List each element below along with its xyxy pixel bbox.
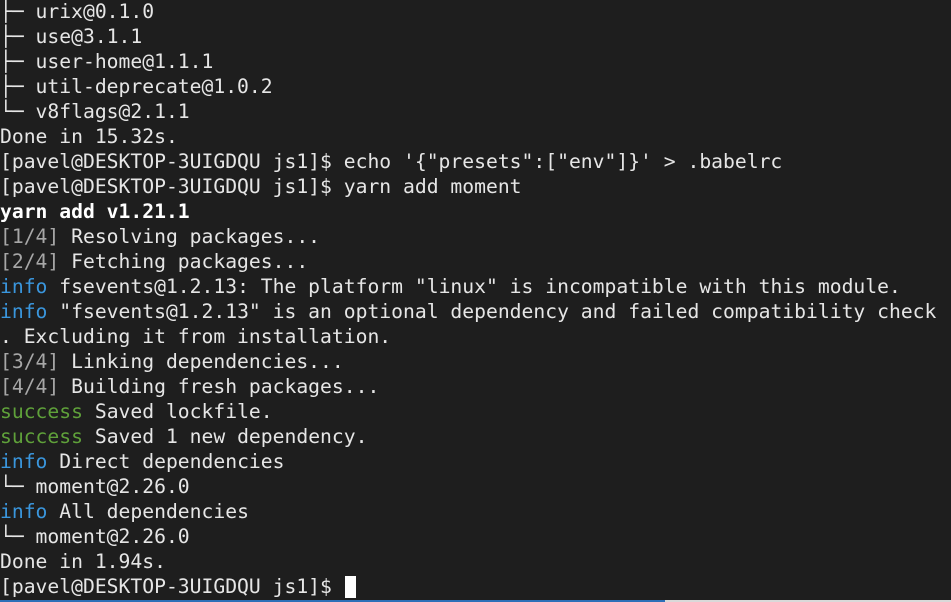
terminal-line: . Excluding it from installation.: [0, 324, 951, 349]
line-text: Linking dependencies...: [59, 350, 344, 373]
line-text: Direct dependencies: [47, 450, 285, 473]
terminal-line: [pavel@DESKTOP-3UIGDQU js1]$ echo '{"pre…: [0, 149, 951, 174]
terminal-line: success Saved lockfile.: [0, 399, 951, 424]
line-text: Done in 15.32s.: [0, 125, 178, 148]
line-text: . Excluding it from installation.: [0, 325, 392, 348]
line-text: [pavel@DESKTOP-3UIGDQU js1]$ echo '{"pre…: [0, 150, 783, 173]
terminal-line: yarn add v1.21.1: [0, 199, 951, 224]
terminal-line: ├─ urix@0.1.0: [0, 0, 951, 24]
line-text: Resolving packages...: [59, 225, 321, 248]
line-text: Fetching packages...: [59, 250, 309, 273]
terminal-line: info All dependencies: [0, 499, 951, 524]
step-counter: [4/4]: [0, 375, 60, 398]
prompt-line[interactable]: [pavel@DESKTOP-3UIGDQU js1]$: [0, 574, 951, 599]
line-text: Building fresh packages...: [59, 375, 380, 398]
line-text: Saved lockfile.: [82, 400, 273, 423]
terminal-line: ├─ use@3.1.1: [0, 24, 951, 49]
terminal-line: [pavel@DESKTOP-3UIGDQU js1]$ yarn add mo…: [0, 174, 951, 199]
line-text: Done in 1.94s.: [0, 550, 166, 573]
terminal-line: [3/4] Linking dependencies...: [0, 349, 951, 374]
terminal-line: Done in 1.94s.: [0, 549, 951, 574]
line-text: All dependencies: [47, 500, 249, 523]
terminal-line: [4/4] Building fresh packages...: [0, 374, 951, 399]
line-text: ├─ user-home@1.1.1: [0, 50, 214, 73]
line-text: └─ moment@2.26.0: [0, 475, 190, 498]
line-text: ├─ util-deprecate@1.0.2: [0, 75, 273, 98]
info-tag: info: [0, 300, 48, 323]
line-text: [pavel@DESKTOP-3UIGDQU js1]$ yarn add mo…: [0, 175, 522, 198]
line-text: fsevents@1.2.13: The platform "linux" is…: [47, 275, 901, 298]
shell-prompt: [pavel@DESKTOP-3UIGDQU js1]$: [0, 575, 344, 598]
terminal-line: └─ v8flags@2.1.1: [0, 99, 951, 124]
text-cursor: [344, 576, 356, 598]
line-text: └─ moment@2.26.0: [0, 525, 190, 548]
line-text: └─ v8flags@2.1.1: [0, 100, 190, 123]
terminal-line: info Direct dependencies: [0, 449, 951, 474]
line-text: yarn add v1.21.1: [0, 200, 190, 223]
info-tag: info: [0, 450, 48, 473]
line-text: ├─ use@3.1.1: [0, 25, 143, 48]
terminal-output: ├─ urix@0.1.0 ├─ use@3.1.1 ├─ user-home@1.…: [0, 0, 951, 599]
line-text: ├─ urix@0.1.0: [0, 0, 155, 23]
terminal-line: └─ moment@2.26.0: [0, 474, 951, 499]
terminal-line: [2/4] Fetching packages...: [0, 249, 951, 274]
terminal-line: info "fsevents@1.2.13" is an optional de…: [0, 299, 951, 324]
terminal-line: [1/4] Resolving packages...: [0, 224, 951, 249]
line-text: Saved 1 new dependency.: [82, 425, 368, 448]
info-tag: info: [0, 275, 48, 298]
terminal-line: ├─ user-home@1.1.1: [0, 49, 951, 74]
terminal-line: └─ moment@2.26.0: [0, 524, 951, 549]
info-tag: info: [0, 500, 48, 523]
step-counter: [2/4]: [0, 250, 60, 273]
step-counter: [3/4]: [0, 350, 60, 373]
terminal-window[interactable]: ├─ urix@0.1.0 ├─ use@3.1.1 ├─ user-home@1.…: [0, 0, 951, 602]
terminal-line: success Saved 1 new dependency.: [0, 424, 951, 449]
line-text: "fsevents@1.2.13" is an optional depende…: [47, 300, 937, 323]
terminal-line: ├─ util-deprecate@1.0.2: [0, 74, 951, 99]
terminal-line: Done in 15.32s.: [0, 124, 951, 149]
success-tag: success: [0, 425, 83, 448]
success-tag: success: [0, 400, 83, 423]
step-counter: [1/4]: [0, 225, 60, 248]
terminal-line: info fsevents@1.2.13: The platform "linu…: [0, 274, 951, 299]
